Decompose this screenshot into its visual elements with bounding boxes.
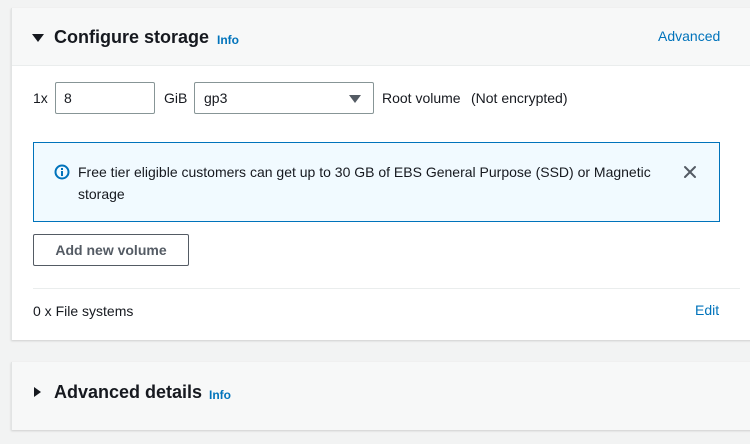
caret-down-icon[interactable] (32, 34, 44, 42)
volume-size-input[interactable] (55, 82, 155, 114)
size-unit-label: GiB (164, 90, 188, 106)
edit-file-systems-link[interactable]: Edit (695, 302, 719, 318)
volume-type-value: gp3 (204, 90, 228, 106)
configure-storage-title[interactable]: Configure storage (54, 27, 209, 48)
encryption-status: (Not encrypted) (471, 90, 568, 106)
advanced-details-info-link[interactable]: Info (209, 388, 231, 402)
add-new-volume-button[interactable]: Add new volume (33, 234, 189, 266)
advanced-details-panel[interactable]: Advanced details Info (11, 362, 750, 430)
configure-storage-panel: Configure storage Info Advanced 1x GiB g… (11, 8, 750, 340)
caret-right-icon[interactable] (34, 387, 41, 397)
close-icon[interactable] (682, 164, 698, 180)
configure-storage-header[interactable]: Configure storage Info Advanced (12, 8, 750, 66)
select-caret-icon (349, 95, 361, 103)
advanced-details-title[interactable]: Advanced details (54, 382, 202, 403)
file-systems-label: 0 x File systems (33, 303, 134, 319)
configure-storage-info-link[interactable]: Info (217, 33, 239, 47)
volume-type-select[interactable]: gp3 (194, 82, 374, 114)
info-circle-icon (54, 164, 70, 180)
volume-count-label: 1x (33, 90, 48, 106)
root-volume-label: Root volume (382, 90, 461, 106)
divider (33, 288, 740, 289)
alert-message: Free tier eligible customers can get up … (78, 164, 651, 202)
advanced-link[interactable]: Advanced (658, 28, 720, 44)
free-tier-alert: Free tier eligible customers can get up … (33, 142, 720, 222)
